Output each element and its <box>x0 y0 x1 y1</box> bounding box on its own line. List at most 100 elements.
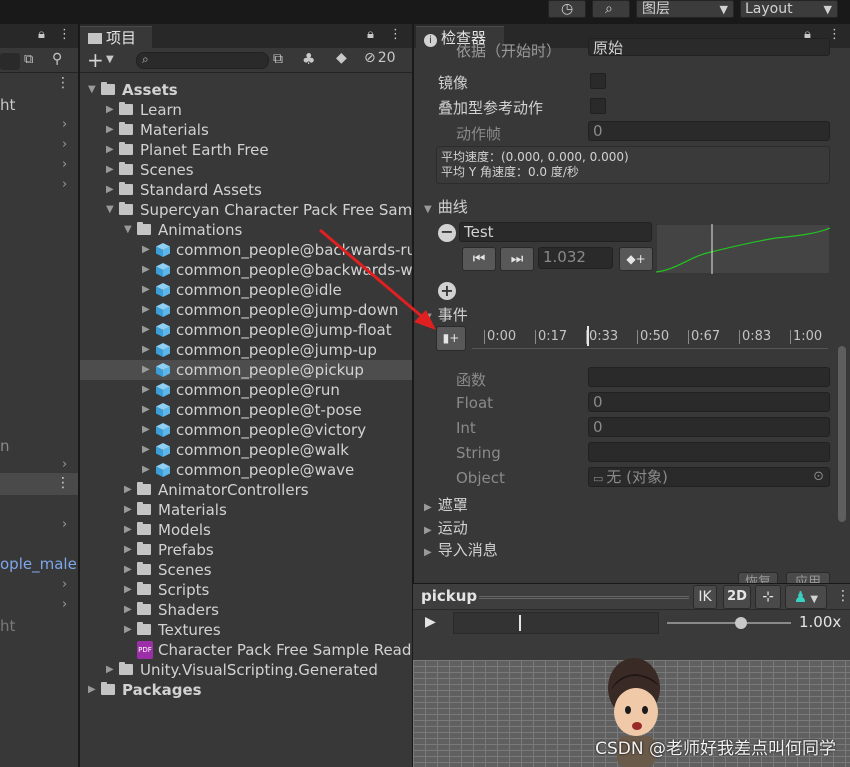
triangle-right-icon[interactable]: ▶ <box>142 240 152 260</box>
triangle-right-icon[interactable]: ▶ <box>142 440 152 460</box>
string-field[interactable] <box>588 442 830 462</box>
mask-foldout[interactable]: ▶ 遮罩 <box>424 494 468 515</box>
hierarchy-item-prefab[interactable]: ople_male <box>0 555 77 573</box>
additive-reference-checkbox[interactable] <box>590 98 606 114</box>
mirror-checkbox[interactable] <box>590 73 606 89</box>
chevron-right-icon[interactable]: › <box>62 457 67 472</box>
revert-button[interactable]: 恢复 <box>738 572 778 583</box>
triangle-down-icon[interactable]: ▼ <box>106 200 116 220</box>
more-icon[interactable]: ⋮ <box>836 588 850 604</box>
triangle-right-icon[interactable]: ▶ <box>142 320 152 340</box>
folder-item[interactable]: ▶ Packages <box>80 680 412 700</box>
hidden-packages-icon[interactable]: ⊘ 20 <box>364 50 396 66</box>
triangle-right-icon[interactable]: ▶ <box>106 140 116 160</box>
folder-item[interactable]: ▶ AnimatorControllers <box>80 480 412 500</box>
triangle-right-icon[interactable]: ▶ <box>142 420 152 440</box>
triangle-right-icon[interactable]: ▶ <box>124 500 134 520</box>
project-search-input[interactable]: ⌕ <box>136 52 269 69</box>
curve-preview[interactable] <box>656 224 830 274</box>
chevron-right-icon[interactable]: › <box>62 577 67 592</box>
speed-slider-knob[interactable] <box>735 617 748 629</box>
function-field[interactable] <box>588 367 830 387</box>
hierarchy-item[interactable]: ht <box>0 96 15 114</box>
int-field[interactable]: 0 <box>588 417 830 437</box>
search-button[interactable]: ⌕ <box>592 0 630 18</box>
hierarchy-item[interactable]: ht <box>0 617 15 635</box>
chevron-right-icon[interactable]: › <box>62 177 67 192</box>
triangle-right-icon[interactable]: ▶ <box>142 400 152 420</box>
search-by-type-icon[interactable]: ⧉ <box>273 51 283 67</box>
hierarchy-scene-header[interactable]: ⋮ <box>0 473 78 495</box>
speed-slider[interactable] <box>667 617 791 629</box>
object-field[interactable]: ▭ 无 (对象) ⊙ <box>588 467 830 487</box>
folder-item[interactable]: ▶ Planet Earth Free <box>80 140 412 160</box>
ik-toggle[interactable]: IK <box>693 585 717 609</box>
more-icon[interactable]: ⋮ <box>58 27 71 42</box>
triangle-right-icon[interactable]: ▶ <box>142 380 152 400</box>
lock-icon[interactable]: 🔒︎ <box>38 27 45 42</box>
events-timeline[interactable]: 0:00 0:17 0:33 0:50 0:67 0:83 1:00 <box>472 326 828 351</box>
triangle-right-icon[interactable]: ▶ <box>124 580 134 600</box>
triangle-right-icon[interactable]: ▶ <box>142 260 152 280</box>
triangle-right-icon[interactable]: ▶ <box>142 460 152 480</box>
triangle-right-icon[interactable]: ▶ <box>124 540 134 560</box>
history-button[interactable]: ◷ <box>548 0 586 18</box>
layers-dropdown[interactable]: 图层 ▼ <box>636 0 734 18</box>
triangle-down-icon[interactable]: ▼ <box>124 220 134 240</box>
triangle-right-icon[interactable]: ▶ <box>124 560 134 580</box>
triangle-right-icon[interactable]: ▶ <box>124 620 134 640</box>
folder-item[interactable]: ▶ Scripts <box>80 580 412 600</box>
folder-item[interactable]: ▶ Scenes <box>80 160 412 180</box>
object-picker-icon[interactable]: ⊙ <box>813 468 824 486</box>
chevron-right-icon[interactable]: › <box>62 117 67 132</box>
tab-project[interactable]: 项目 <box>80 26 152 48</box>
triangle-down-icon[interactable]: ▼ <box>88 80 98 100</box>
curve-value-field[interactable]: 1.032 <box>538 247 613 269</box>
play-icon[interactable]: ▶ <box>425 614 436 630</box>
curve-name-field[interactable]: Test <box>459 222 652 242</box>
folder-item[interactable]: ▶ Standard Assets <box>80 180 412 200</box>
add-key-button[interactable]: ◆+ <box>619 247 653 271</box>
pose-frame-field[interactable]: 0 <box>588 121 830 141</box>
triangle-right-icon[interactable]: ▶ <box>142 360 152 380</box>
chevron-right-icon[interactable]: › <box>62 517 67 532</box>
import-messages-foldout[interactable]: ▶ 导入消息 <box>424 539 498 560</box>
float-field[interactable]: 0 <box>588 392 830 412</box>
triangle-right-icon[interactable]: ▶ <box>106 180 116 200</box>
hierarchy-item[interactable]: n <box>0 437 10 455</box>
scene-visibility-icon[interactable]: ⚲ <box>52 51 62 67</box>
animation-clip-item[interactable]: ▶ common_people@wave <box>80 460 412 480</box>
motion-foldout[interactable]: ▶ 运动 <box>424 517 468 538</box>
lock-icon[interactable]: 🔒︎ <box>367 27 374 42</box>
folder-item[interactable]: ▶ Textures <box>80 620 412 640</box>
animation-clip-item[interactable]: ▶ common_people@walk <box>80 440 412 460</box>
triangle-right-icon[interactable]: ▶ <box>124 520 134 540</box>
triangle-right-icon[interactable]: ▶ <box>142 340 152 360</box>
chevron-right-icon[interactable]: › <box>62 157 67 172</box>
triangle-right-icon[interactable]: ▶ <box>124 480 134 500</box>
folder-item[interactable]: ▼ Supercyan Character Pack Free Sample <box>80 200 412 220</box>
animation-clip-item[interactable]: ▶ common_people@jump-up <box>80 340 412 360</box>
avatar-dropdown[interactable]: ♟ ▼ <box>785 585 827 609</box>
folder-item[interactable]: ▼ Assets <box>80 80 412 100</box>
folder-item[interactable]: ▶ Shaders <box>80 600 412 620</box>
pivot-toggle[interactable]: ⊹ <box>755 585 781 609</box>
folder-item[interactable]: ▶ Unity.VisualScripting.Generated <box>80 660 412 680</box>
folder-item[interactable]: ▶ Prefabs <box>80 540 412 560</box>
label-icon[interactable]: ◆ <box>336 50 347 66</box>
triangle-right-icon[interactable]: ▶ <box>142 300 152 320</box>
more-icon[interactable]: ⋮ <box>56 475 70 491</box>
readme-item[interactable]: PDF Character Pack Free Sample Readme <box>80 640 412 660</box>
curves-foldout[interactable]: ▼ 曲线 <box>424 196 468 217</box>
folder-item[interactable]: ▶ Materials <box>80 120 412 140</box>
triangle-right-icon[interactable]: ▶ <box>106 120 116 140</box>
chevron-right-icon[interactable]: › <box>62 137 67 152</box>
chevron-down-icon[interactable]: ▼ <box>106 54 114 65</box>
animation-clip-item[interactable]: ▶ common_people@t-pose <box>80 400 412 420</box>
triangle-right-icon[interactable]: ▶ <box>88 680 98 700</box>
filter-by-type-icon[interactable]: ♣ <box>302 50 315 68</box>
folder-item[interactable]: ▶ Learn <box>80 100 412 120</box>
inspector-scrollbar[interactable] <box>838 346 846 522</box>
search-by-type-icon[interactable]: ⧉ <box>24 52 33 67</box>
hierarchy-search-input[interactable] <box>0 53 20 70</box>
